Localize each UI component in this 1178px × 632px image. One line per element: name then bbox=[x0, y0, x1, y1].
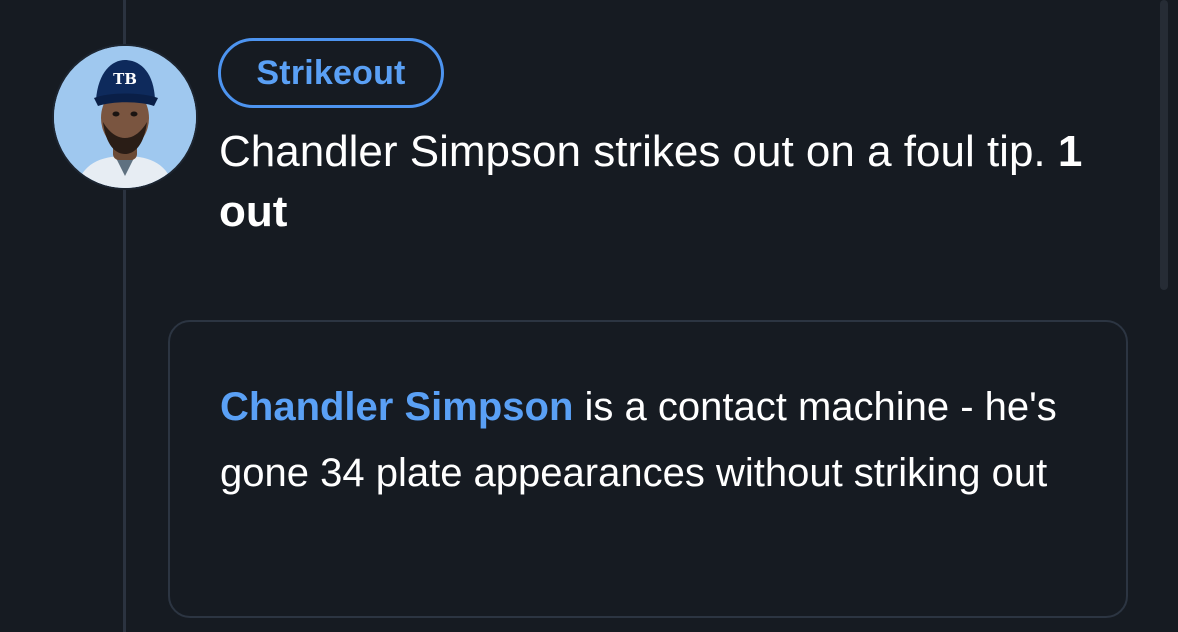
player-avatar[interactable]: TB bbox=[52, 44, 198, 190]
insight-text: Chandler Simpson is a contact machine - … bbox=[220, 374, 1100, 506]
insight-card: Chandler Simpson is a contact machine - … bbox=[168, 320, 1128, 618]
play-description-text: Chandler Simpson strikes out on a foul t… bbox=[219, 127, 1058, 176]
strikeout-badge[interactable]: Strikeout bbox=[218, 38, 444, 108]
player-headshot-icon: TB bbox=[54, 46, 196, 188]
player-name-link[interactable]: Chandler Simpson bbox=[220, 385, 573, 429]
team-logo-text: TB bbox=[113, 70, 137, 88]
play-description: Chandler Simpson strikes out on a foul t… bbox=[219, 122, 1119, 242]
scrollbar-thumb[interactable] bbox=[1160, 0, 1168, 290]
